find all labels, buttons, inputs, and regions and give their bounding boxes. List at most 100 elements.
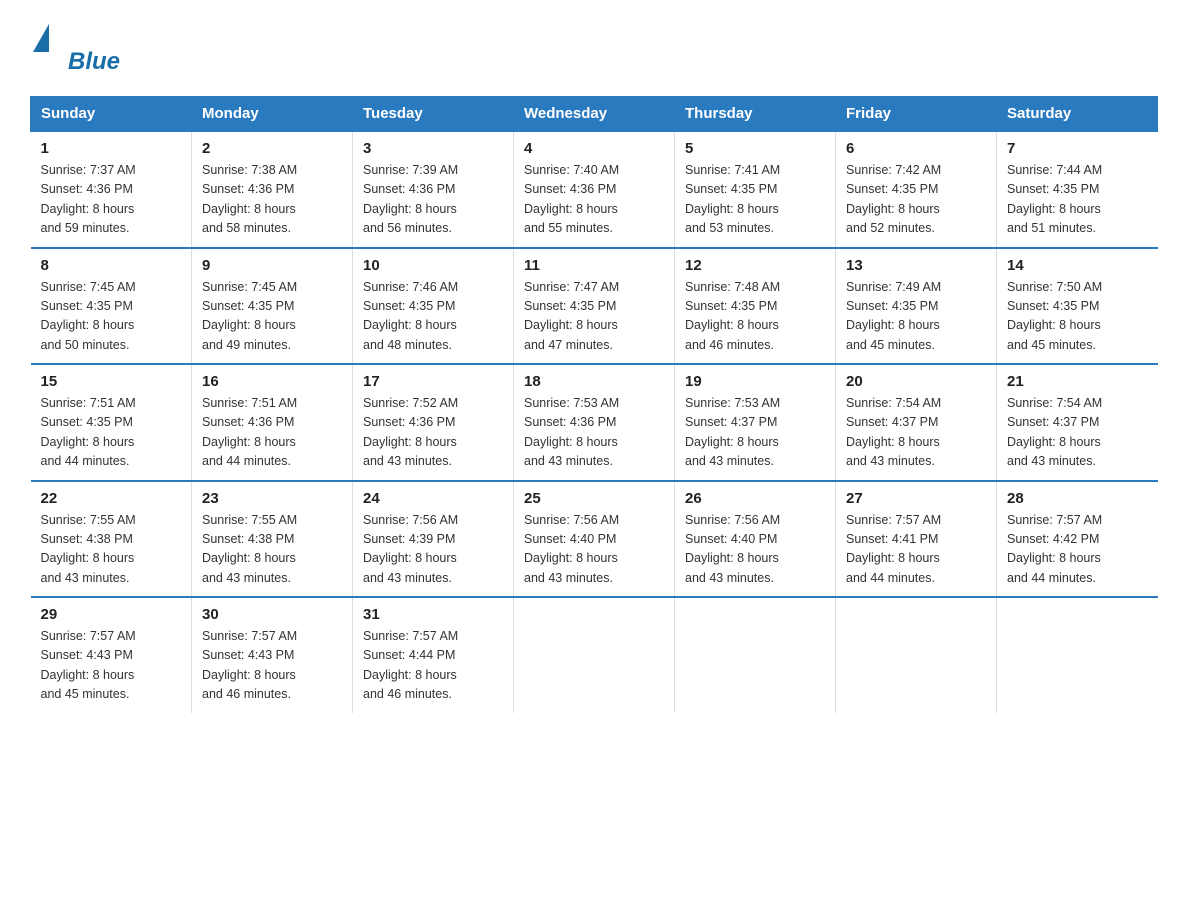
day-info: Sunrise: 7:56 AM Sunset: 4:40 PM Dayligh… <box>685 511 825 589</box>
day-info: Sunrise: 7:56 AM Sunset: 4:39 PM Dayligh… <box>363 511 503 589</box>
calendar-cell: 18 Sunrise: 7:53 AM Sunset: 4:36 PM Dayl… <box>514 364 675 481</box>
weekday-header-wednesday: Wednesday <box>514 97 675 132</box>
day-number: 17 <box>363 373 503 390</box>
calendar-cell: 29 Sunrise: 7:57 AM Sunset: 4:43 PM Dayl… <box>31 597 192 713</box>
calendar-cell: 10 Sunrise: 7:46 AM Sunset: 4:35 PM Dayl… <box>353 248 514 365</box>
weekday-header-thursday: Thursday <box>675 97 836 132</box>
calendar-cell: 1 Sunrise: 7:37 AM Sunset: 4:36 PM Dayli… <box>31 131 192 248</box>
weekday-header-monday: Monday <box>192 97 353 132</box>
logo: Blue <box>30 20 120 76</box>
day-info: Sunrise: 7:45 AM Sunset: 4:35 PM Dayligh… <box>202 278 342 356</box>
week-row-1: 1 Sunrise: 7:37 AM Sunset: 4:36 PM Dayli… <box>31 131 1158 248</box>
day-info: Sunrise: 7:57 AM Sunset: 4:42 PM Dayligh… <box>1007 511 1148 589</box>
week-row-4: 22 Sunrise: 7:55 AM Sunset: 4:38 PM Dayl… <box>31 481 1158 598</box>
day-info: Sunrise: 7:41 AM Sunset: 4:35 PM Dayligh… <box>685 161 825 239</box>
calendar-cell: 23 Sunrise: 7:55 AM Sunset: 4:38 PM Dayl… <box>192 481 353 598</box>
day-info: Sunrise: 7:40 AM Sunset: 4:36 PM Dayligh… <box>524 161 664 239</box>
weekday-header-tuesday: Tuesday <box>353 97 514 132</box>
calendar-cell: 15 Sunrise: 7:51 AM Sunset: 4:35 PM Dayl… <box>31 364 192 481</box>
week-row-2: 8 Sunrise: 7:45 AM Sunset: 4:35 PM Dayli… <box>31 248 1158 365</box>
day-number: 6 <box>846 140 986 157</box>
day-info: Sunrise: 7:54 AM Sunset: 4:37 PM Dayligh… <box>1007 394 1148 472</box>
calendar-cell: 9 Sunrise: 7:45 AM Sunset: 4:35 PM Dayli… <box>192 248 353 365</box>
day-info: Sunrise: 7:47 AM Sunset: 4:35 PM Dayligh… <box>524 278 664 356</box>
calendar-cell: 27 Sunrise: 7:57 AM Sunset: 4:41 PM Dayl… <box>836 481 997 598</box>
day-number: 31 <box>363 606 503 623</box>
day-info: Sunrise: 7:42 AM Sunset: 4:35 PM Dayligh… <box>846 161 986 239</box>
day-info: Sunrise: 7:54 AM Sunset: 4:37 PM Dayligh… <box>846 394 986 472</box>
calendar-cell: 4 Sunrise: 7:40 AM Sunset: 4:36 PM Dayli… <box>514 131 675 248</box>
calendar-cell: 6 Sunrise: 7:42 AM Sunset: 4:35 PM Dayli… <box>836 131 997 248</box>
day-info: Sunrise: 7:51 AM Sunset: 4:36 PM Dayligh… <box>202 394 342 472</box>
day-number: 26 <box>685 490 825 507</box>
day-number: 9 <box>202 257 342 274</box>
day-number: 7 <box>1007 140 1148 157</box>
calendar-cell <box>514 597 675 713</box>
day-info: Sunrise: 7:53 AM Sunset: 4:36 PM Dayligh… <box>524 394 664 472</box>
day-info: Sunrise: 7:57 AM Sunset: 4:43 PM Dayligh… <box>41 627 182 705</box>
calendar-cell <box>836 597 997 713</box>
day-number: 1 <box>41 140 182 157</box>
day-number: 28 <box>1007 490 1148 507</box>
calendar-cell: 7 Sunrise: 7:44 AM Sunset: 4:35 PM Dayli… <box>997 131 1158 248</box>
day-number: 27 <box>846 490 986 507</box>
day-number: 15 <box>41 373 182 390</box>
week-row-3: 15 Sunrise: 7:51 AM Sunset: 4:35 PM Dayl… <box>31 364 1158 481</box>
calendar-cell: 5 Sunrise: 7:41 AM Sunset: 4:35 PM Dayli… <box>675 131 836 248</box>
day-info: Sunrise: 7:57 AM Sunset: 4:43 PM Dayligh… <box>202 627 342 705</box>
day-info: Sunrise: 7:46 AM Sunset: 4:35 PM Dayligh… <box>363 278 503 356</box>
day-info: Sunrise: 7:56 AM Sunset: 4:40 PM Dayligh… <box>524 511 664 589</box>
weekday-header-sunday: Sunday <box>31 97 192 132</box>
day-number: 21 <box>1007 373 1148 390</box>
day-info: Sunrise: 7:55 AM Sunset: 4:38 PM Dayligh… <box>202 511 342 589</box>
calendar-cell: 25 Sunrise: 7:56 AM Sunset: 4:40 PM Dayl… <box>514 481 675 598</box>
calendar-cell: 24 Sunrise: 7:56 AM Sunset: 4:39 PM Dayl… <box>353 481 514 598</box>
day-number: 3 <box>363 140 503 157</box>
day-info: Sunrise: 7:57 AM Sunset: 4:44 PM Dayligh… <box>363 627 503 705</box>
calendar-cell: 14 Sunrise: 7:50 AM Sunset: 4:35 PM Dayl… <box>997 248 1158 365</box>
day-info: Sunrise: 7:39 AM Sunset: 4:36 PM Dayligh… <box>363 161 503 239</box>
day-info: Sunrise: 7:50 AM Sunset: 4:35 PM Dayligh… <box>1007 278 1148 356</box>
weekday-header-friday: Friday <box>836 97 997 132</box>
day-info: Sunrise: 7:38 AM Sunset: 4:36 PM Dayligh… <box>202 161 342 239</box>
day-info: Sunrise: 7:45 AM Sunset: 4:35 PM Dayligh… <box>41 278 182 356</box>
day-number: 29 <box>41 606 182 623</box>
calendar-cell: 20 Sunrise: 7:54 AM Sunset: 4:37 PM Dayl… <box>836 364 997 481</box>
calendar-cell: 30 Sunrise: 7:57 AM Sunset: 4:43 PM Dayl… <box>192 597 353 713</box>
week-row-5: 29 Sunrise: 7:57 AM Sunset: 4:43 PM Dayl… <box>31 597 1158 713</box>
day-info: Sunrise: 7:55 AM Sunset: 4:38 PM Dayligh… <box>41 511 182 589</box>
day-info: Sunrise: 7:57 AM Sunset: 4:41 PM Dayligh… <box>846 511 986 589</box>
calendar-cell: 8 Sunrise: 7:45 AM Sunset: 4:35 PM Dayli… <box>31 248 192 365</box>
weekday-header-row: SundayMondayTuesdayWednesdayThursdayFrid… <box>31 97 1158 132</box>
day-info: Sunrise: 7:52 AM Sunset: 4:36 PM Dayligh… <box>363 394 503 472</box>
calendar-cell <box>675 597 836 713</box>
calendar-cell: 28 Sunrise: 7:57 AM Sunset: 4:42 PM Dayl… <box>997 481 1158 598</box>
calendar-cell: 3 Sunrise: 7:39 AM Sunset: 4:36 PM Dayli… <box>353 131 514 248</box>
page-header: Blue <box>30 20 1158 76</box>
day-number: 10 <box>363 257 503 274</box>
day-number: 4 <box>524 140 664 157</box>
day-number: 2 <box>202 140 342 157</box>
day-number: 23 <box>202 490 342 507</box>
calendar-cell: 21 Sunrise: 7:54 AM Sunset: 4:37 PM Dayl… <box>997 364 1158 481</box>
calendar-cell: 13 Sunrise: 7:49 AM Sunset: 4:35 PM Dayl… <box>836 248 997 365</box>
day-number: 19 <box>685 373 825 390</box>
day-info: Sunrise: 7:51 AM Sunset: 4:35 PM Dayligh… <box>41 394 182 472</box>
day-number: 11 <box>524 257 664 274</box>
calendar-cell: 19 Sunrise: 7:53 AM Sunset: 4:37 PM Dayl… <box>675 364 836 481</box>
calendar-cell: 16 Sunrise: 7:51 AM Sunset: 4:36 PM Dayl… <box>192 364 353 481</box>
day-number: 14 <box>1007 257 1148 274</box>
day-info: Sunrise: 7:37 AM Sunset: 4:36 PM Dayligh… <box>41 161 182 239</box>
day-info: Sunrise: 7:53 AM Sunset: 4:37 PM Dayligh… <box>685 394 825 472</box>
day-number: 20 <box>846 373 986 390</box>
day-number: 13 <box>846 257 986 274</box>
day-number: 30 <box>202 606 342 623</box>
day-info: Sunrise: 7:49 AM Sunset: 4:35 PM Dayligh… <box>846 278 986 356</box>
calendar-cell: 31 Sunrise: 7:57 AM Sunset: 4:44 PM Dayl… <box>353 597 514 713</box>
calendar-table: SundayMondayTuesdayWednesdayThursdayFrid… <box>30 96 1158 713</box>
logo-triangle-icon <box>33 24 49 52</box>
day-info: Sunrise: 7:44 AM Sunset: 4:35 PM Dayligh… <box>1007 161 1148 239</box>
calendar-cell: 11 Sunrise: 7:47 AM Sunset: 4:35 PM Dayl… <box>514 248 675 365</box>
day-number: 24 <box>363 490 503 507</box>
day-number: 5 <box>685 140 825 157</box>
